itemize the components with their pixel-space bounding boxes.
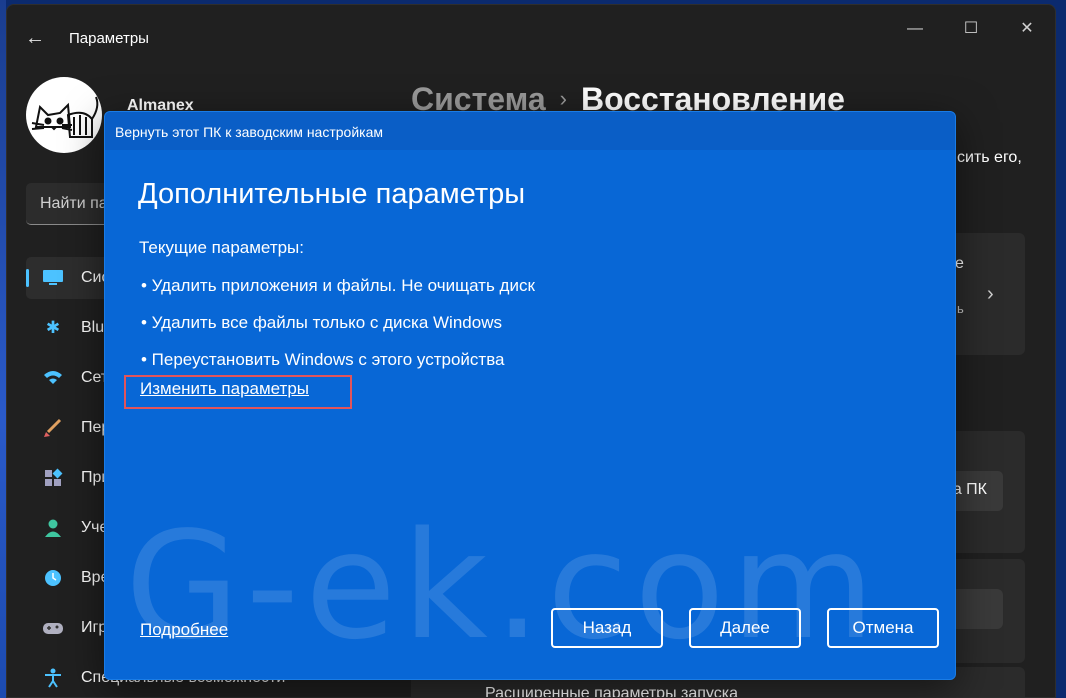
accounts-icon [42, 518, 64, 538]
title-bar: ← Параметры — ☐ ✕ [7, 5, 1055, 69]
maximize-icon[interactable]: ☐ [957, 17, 985, 41]
description-text-partial: сить его, [957, 149, 1022, 166]
accessibility-icon [42, 668, 64, 688]
option-item: • Удалить все файлы только с диска Windo… [141, 313, 502, 332]
bluetooth-icon: ✱ [45, 318, 61, 337]
current-settings-label: Текущие параметры: [139, 238, 305, 257]
dialog-heading: Дополнительные параметры [138, 178, 526, 210]
option-item: • Удалить приложения и файлы. Не очищать… [141, 276, 535, 295]
apps-icon [42, 468, 64, 488]
card-title-partial: е [955, 255, 964, 272]
active-indicator [26, 269, 29, 287]
advanced-startup-label: Расширенные параметры запуска [485, 685, 738, 698]
back-button[interactable]: Назад [551, 608, 663, 648]
minimize-icon[interactable]: — [901, 17, 929, 41]
personalization-icon [42, 418, 64, 438]
reset-pc-dialog: Вернуть этот ПК к заводским настройкам Д… [104, 111, 956, 680]
gaming-icon [42, 618, 64, 638]
card-subtitle-partial: ь [957, 301, 964, 316]
system-icon [42, 268, 64, 288]
app-title: Параметры [69, 30, 149, 47]
dialog-title: Вернуть этот ПК к заводским настройкам [105, 112, 955, 150]
close-icon[interactable]: ✕ [1013, 17, 1041, 41]
option-item: • Переустановить Windows с этого устройс… [141, 350, 505, 369]
network-icon [42, 368, 64, 388]
change-settings-link[interactable]: Изменить параметры [140, 379, 309, 399]
sidebar-item-label: Blu [81, 319, 105, 336]
next-button[interactable]: Далее [689, 608, 801, 648]
learn-more-link[interactable]: Подробнее [140, 620, 228, 640]
breadcrumb-separator: › [559, 86, 567, 111]
chevron-right-icon[interactable]: › [987, 283, 994, 306]
back-arrow-icon[interactable]: ← [23, 27, 47, 51]
cancel-button[interactable]: Отмена [827, 608, 939, 648]
avatar[interactable] [26, 77, 102, 153]
cat-drawing-icon [31, 96, 99, 138]
time-icon [42, 568, 64, 588]
